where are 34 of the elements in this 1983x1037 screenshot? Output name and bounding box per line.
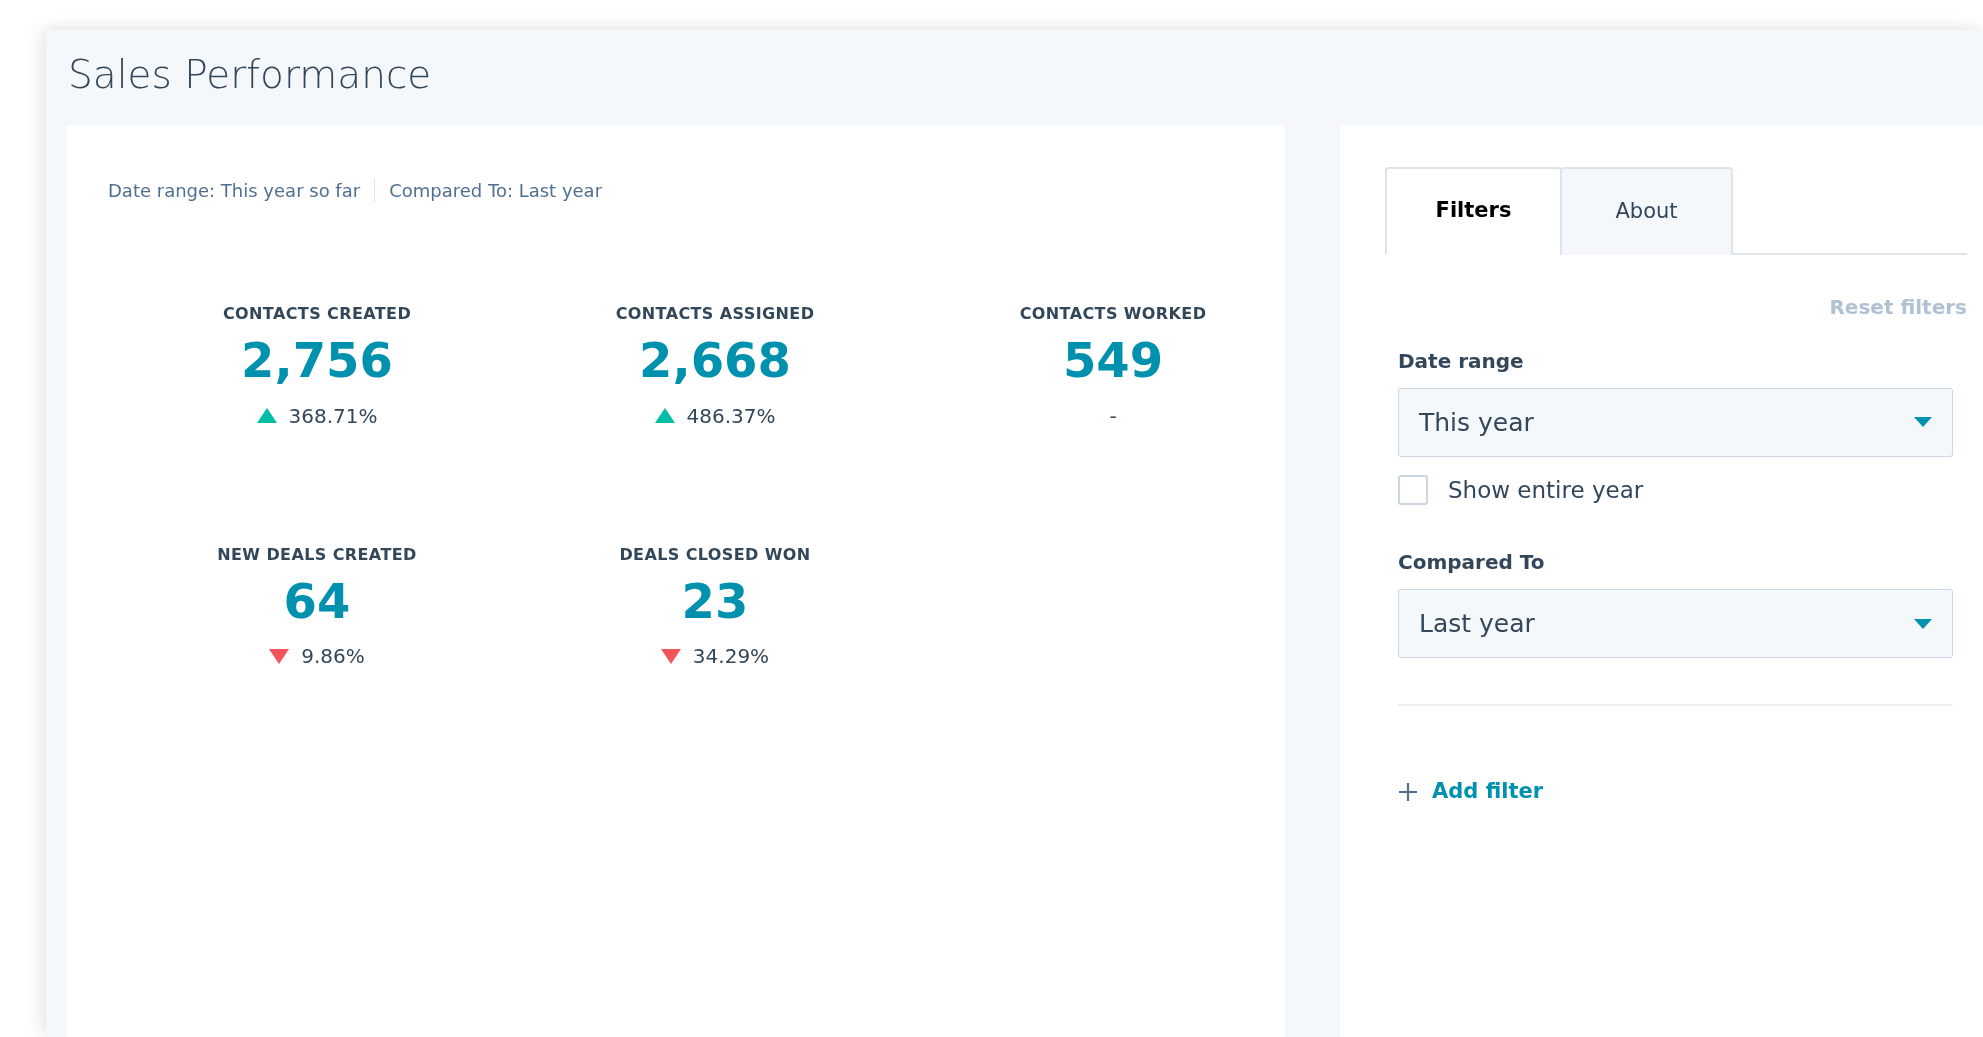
date-range-select[interactable]: This year: [1398, 387, 1953, 457]
caret-icon: [1914, 618, 1932, 629]
metric-label: CONTACTS WORKED: [1019, 302, 1207, 325]
metric-change: 486.37%: [686, 402, 776, 430]
down-triangle-icon: [660, 649, 681, 664]
compared-to-select[interactable]: Last year: [1398, 589, 1953, 659]
metric-label: CONTACTS ASSIGNED: [615, 302, 815, 325]
metric-value: 549: [1062, 333, 1164, 387]
comparison-summary: Compared To: Last year: [389, 178, 603, 203]
checkbox-label: Show entire year: [1448, 475, 1644, 505]
page-title: Sales Performance: [68, 54, 432, 97]
field-label: Compared To: [1398, 549, 1545, 577]
metric-change: 9.86%: [301, 643, 365, 671]
caret-icon: [1914, 417, 1932, 428]
metric-change: 368.71%: [288, 402, 378, 430]
metric-value: 23: [681, 574, 749, 628]
metric-change: 34.29%: [692, 643, 770, 671]
metric-value: 64: [283, 574, 351, 628]
metric-change: -: [1109, 402, 1117, 430]
tab[interactable]: About: [1560, 166, 1733, 255]
metric-label: NEW DEALS CREATED: [217, 543, 417, 566]
up-triangle-icon: [654, 408, 675, 424]
down-triangle-icon: [269, 649, 290, 664]
add-filter-button[interactable]: Add filter: [1398, 776, 1544, 808]
up-triangle-icon: [256, 408, 277, 424]
metric-label: CONTACTS CREATED: [222, 302, 412, 325]
checkbox[interactable]: [1398, 475, 1428, 506]
metric-value: 2,668: [639, 333, 791, 387]
tab[interactable]: Filters: [1385, 166, 1562, 255]
metric-label: DEALS CLOSED WON: [619, 543, 811, 566]
field-label: Date range: [1398, 347, 1524, 375]
plus-icon: [1398, 782, 1418, 803]
date-range-summary: Date range: This year so far: [108, 178, 361, 203]
metric-value: 2,756: [241, 333, 393, 387]
